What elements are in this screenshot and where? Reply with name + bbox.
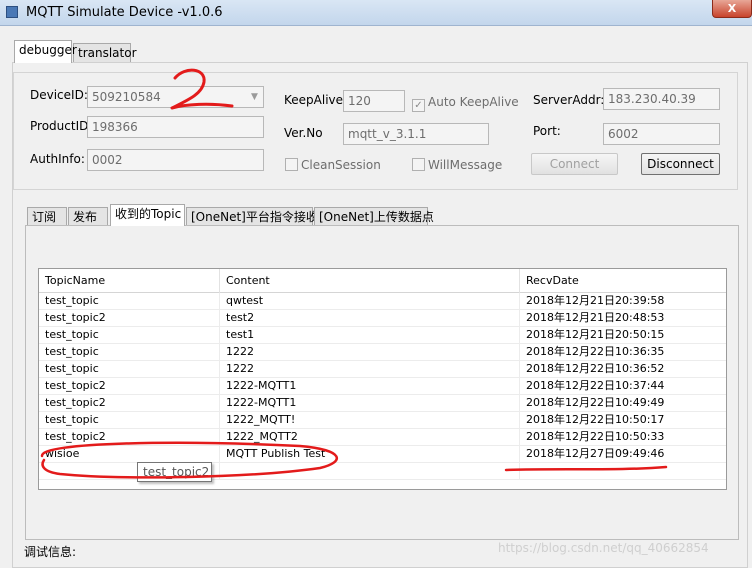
table-row[interactable]: test_topic2 1222-MQTT1 2018年12月22日10:37:44 (39, 378, 726, 395)
table-cell-content: qwtest (220, 293, 520, 310)
received-topics-table[interactable]: TopicName Content RecvDate test_topic qwt… (38, 268, 727, 490)
table-cell-date: 2018年12月22日10:49:49 (526, 396, 665, 409)
tab-received-topics[interactable]: 收到的Topic (110, 204, 185, 226)
table-cell-topic: test_topic2 (39, 378, 220, 395)
table-cell-topic: test_topic (39, 344, 220, 361)
auto-keepalive-checkbox[interactable]: ✓ Auto KeepAlive (412, 95, 519, 112)
table-cell-topic: wisioe (39, 446, 220, 463)
device-id-label: DeviceID: (30, 88, 88, 102)
column-header-topicname[interactable]: TopicName (39, 269, 220, 293)
server-addr-label: ServerAddr: (533, 93, 605, 107)
table-cell-content: 1222 (220, 361, 520, 378)
column-header-content[interactable]: Content (220, 269, 520, 293)
table-row[interactable]: test_topic test1 2018年12月21日20:50:15 (39, 327, 726, 344)
table-cell-topic: test_topic (39, 293, 220, 310)
table-cell-date: 2018年12月27日09:49:46 (526, 447, 665, 460)
table-cell-content: 1222_MQTT! (220, 412, 520, 429)
table-cell-date: 2018年12月21日20:50:15 (526, 328, 665, 341)
table-cell-date: 2018年12月21日20:39:58 (526, 294, 665, 307)
keepalive-label: KeepAlive: (284, 93, 348, 107)
table-row[interactable]: test_topic2 1222_MQTT2 2018年12月22日10:50:33 (39, 429, 726, 446)
table-cell-topic: test_topic (39, 361, 220, 378)
clean-session-label: CleanSession (301, 158, 381, 172)
watermark: https://blog.csdn.net/qq_40662854 (498, 541, 709, 555)
table-row[interactable]: test_topic2 1222-MQTT1 2018年12月22日10:49:49 (39, 395, 726, 412)
table-cell-topic: test_topic2 (39, 395, 220, 412)
port-field[interactable]: 6002 (603, 123, 720, 145)
table-cell-content (220, 463, 520, 480)
tab-translator[interactable]: translator (73, 43, 137, 63)
chevron-down-icon[interactable]: ▼ (246, 87, 263, 107)
tab-subscribe[interactable]: 订阅 (27, 207, 67, 227)
tab-publish[interactable]: 发布 (68, 207, 108, 227)
tab-debugger[interactable]: debugger (14, 40, 77, 63)
table-cell-content: 1222-MQTT1 (220, 378, 520, 395)
table-cell-topic: test_topic2 (39, 429, 220, 446)
tab-onenet-commands[interactable]: [OneNet]平台指令接收 (186, 207, 318, 227)
table-row[interactable]: test_topic 1222 2018年12月22日10:36:35 (39, 344, 726, 361)
table-cell-date: 2018年12月22日10:50:33 (526, 430, 665, 443)
verno-field[interactable]: mqtt_v_3.1.1 (343, 123, 489, 145)
keepalive-field[interactable]: 120 (343, 90, 405, 112)
topic-tooltip: test_topic2 (137, 462, 212, 482)
check-icon: ✓ (412, 99, 425, 112)
table-cell-date: 2018年12月22日10:36:52 (526, 362, 665, 375)
table-row[interactable]: test_topic 1222_MQTT! 2018年12月22日10:50:17 (39, 412, 726, 429)
connect-button[interactable]: Connect (531, 153, 618, 175)
close-button[interactable]: X (712, 0, 752, 18)
table-cell-topic: test_topic (39, 327, 220, 344)
debug-info-label: 调试信息: (24, 545, 77, 559)
app-icon (6, 6, 18, 18)
title-bar: MQTT Simulate Device -v1.0.6 X (0, 0, 752, 26)
column-header-recvdate[interactable]: RecvDate (520, 269, 726, 293)
tab-onenet-datapoints[interactable]: [OneNet]上传数据点 (314, 207, 434, 227)
table-row[interactable]: test_topic2 test2 2018年12月21日20:48:53 (39, 310, 726, 327)
window-title: MQTT Simulate Device -v1.0.6 (26, 5, 223, 20)
will-message-checkbox[interactable]: WillMessage (412, 158, 502, 172)
table-cell-date: 2018年12月22日10:50:17 (526, 413, 665, 426)
table-header: TopicName Content RecvDate (39, 269, 726, 293)
table-cell-date: 2018年12月22日10:36:35 (526, 345, 665, 358)
table-cell-content: 1222_MQTT2 (220, 429, 520, 446)
table-cell-content: test2 (220, 310, 520, 327)
table-cell-content: 1222-MQTT1 (220, 395, 520, 412)
auth-info-field[interactable]: 0002 (87, 149, 264, 171)
disconnect-button[interactable]: Disconnect (641, 153, 720, 175)
table-cell-content: 1222 (220, 344, 520, 361)
auto-keepalive-label: Auto KeepAlive (428, 95, 519, 109)
auth-info-label: AuthInfo: (30, 152, 85, 166)
port-label: Port: (533, 124, 561, 138)
table-cell-date (520, 463, 726, 480)
device-id-combo[interactable]: 509210584 ▼ (87, 86, 264, 108)
verno-label: Ver.No (284, 126, 323, 140)
will-message-label: WillMessage (428, 158, 503, 172)
device-id-value: 509210584 (92, 90, 161, 104)
product-id-field[interactable]: 198366 (87, 116, 264, 138)
table-row[interactable]: test_topic 1222 2018年12月22日10:36:52 (39, 361, 726, 378)
table-cell-topic: test_topic (39, 412, 220, 429)
table-row[interactable]: test_topic qwtest 2018年12月21日20:39:58 (39, 293, 726, 310)
clean-session-checkbox[interactable]: CleanSession (285, 158, 381, 172)
table-cell-date: 2018年12月22日10:37:44 (526, 379, 665, 392)
table-cell-content: test1 (220, 327, 520, 344)
product-id-label: ProductID: (30, 119, 93, 133)
table-cell-topic: test_topic2 (39, 310, 220, 327)
table-cell-date: 2018年12月21日20:48:53 (526, 311, 665, 324)
table-cell-content: MQTT Publish Test (220, 446, 520, 463)
table-row[interactable]: wisioe MQTT Publish Test 2018年12月27日09:49:… (39, 446, 726, 463)
server-addr-field[interactable]: 183.230.40.39 (603, 88, 720, 110)
